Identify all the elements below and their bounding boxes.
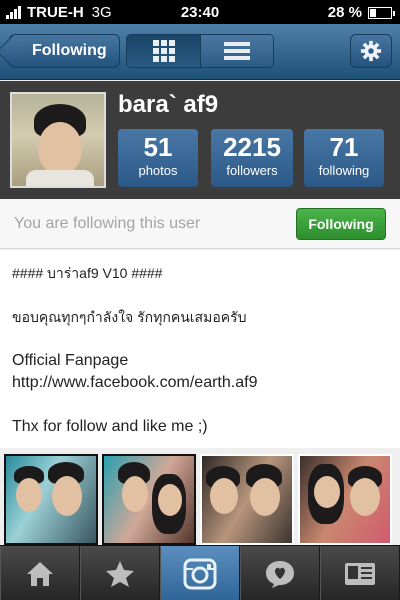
followers-count: 2215 (223, 132, 281, 162)
profile-header: bara` af9 51 photos 2215 followers 71 fo… (0, 81, 400, 199)
photo-thumbnail[interactable] (4, 454, 98, 545)
nav-bar: Following (0, 24, 400, 80)
followers-label: followers (226, 163, 278, 178)
photos-stat[interactable]: 51 photos (118, 129, 198, 187)
tab-home[interactable] (0, 546, 80, 600)
follow-status-bar: You are following this user Following (0, 199, 400, 249)
tab-camera[interactable] (160, 546, 240, 600)
back-button[interactable]: Following (9, 34, 120, 68)
bio-link[interactable]: http://www.facebook.com/earth.af9 (12, 372, 388, 394)
bio-line-1: #### บาร่าaf9 V10 #### (12, 265, 163, 281)
gear-icon (360, 40, 382, 62)
following-stat[interactable]: 71 following (304, 129, 384, 187)
following-button[interactable]: Following (296, 208, 386, 240)
camera-icon (183, 558, 217, 589)
following-count: 71 (329, 132, 359, 162)
grid-icon (152, 40, 175, 62)
bio-section: #### บาร่าaf9 V10 #### ขอบคุณทุกๆกำลังใจ… (0, 250, 400, 448)
grid-view-button[interactable] (127, 35, 200, 67)
view-mode-toggle (126, 34, 274, 68)
status-right: 28 % (327, 4, 395, 21)
tab-activity[interactable] (240, 546, 320, 600)
followers-stat[interactable]: 2215 followers (211, 129, 293, 187)
bio-line-3: Official Fanpage (12, 352, 129, 369)
bio-line-5: Thx for follow and like me ;) (12, 418, 208, 435)
username: bara` af9 (118, 91, 219, 118)
list-icon (224, 39, 250, 63)
tab-profile[interactable] (320, 546, 400, 600)
photos-label: photos (138, 163, 178, 178)
follow-status-text: You are following this user (14, 215, 201, 232)
photo-grid (0, 448, 400, 545)
back-button-label: Following (32, 42, 107, 59)
activity-icon (266, 560, 294, 588)
star-icon (106, 560, 134, 587)
battery-percent: 28 % (327, 4, 362, 21)
following-label: following (318, 163, 370, 178)
photo-thumbnail[interactable] (200, 454, 294, 545)
tab-bar (0, 545, 400, 600)
status-bar: TRUE-H 3G 23:40 28 % (0, 0, 400, 24)
battery-icon (368, 6, 395, 19)
list-view-button[interactable] (200, 35, 273, 67)
tab-popular[interactable] (80, 546, 160, 600)
avatar[interactable] (10, 92, 106, 188)
photo-thumbnail[interactable] (102, 454, 196, 545)
photos-count: 51 (143, 132, 173, 162)
settings-button[interactable] (350, 34, 392, 68)
photo-thumbnail[interactable] (298, 454, 392, 545)
home-icon (27, 561, 53, 586)
profile-icon (345, 562, 375, 585)
bio-line-2: ขอบคุณทุกๆกำลังใจ รักทุกคนเสมอครับ (12, 309, 247, 325)
